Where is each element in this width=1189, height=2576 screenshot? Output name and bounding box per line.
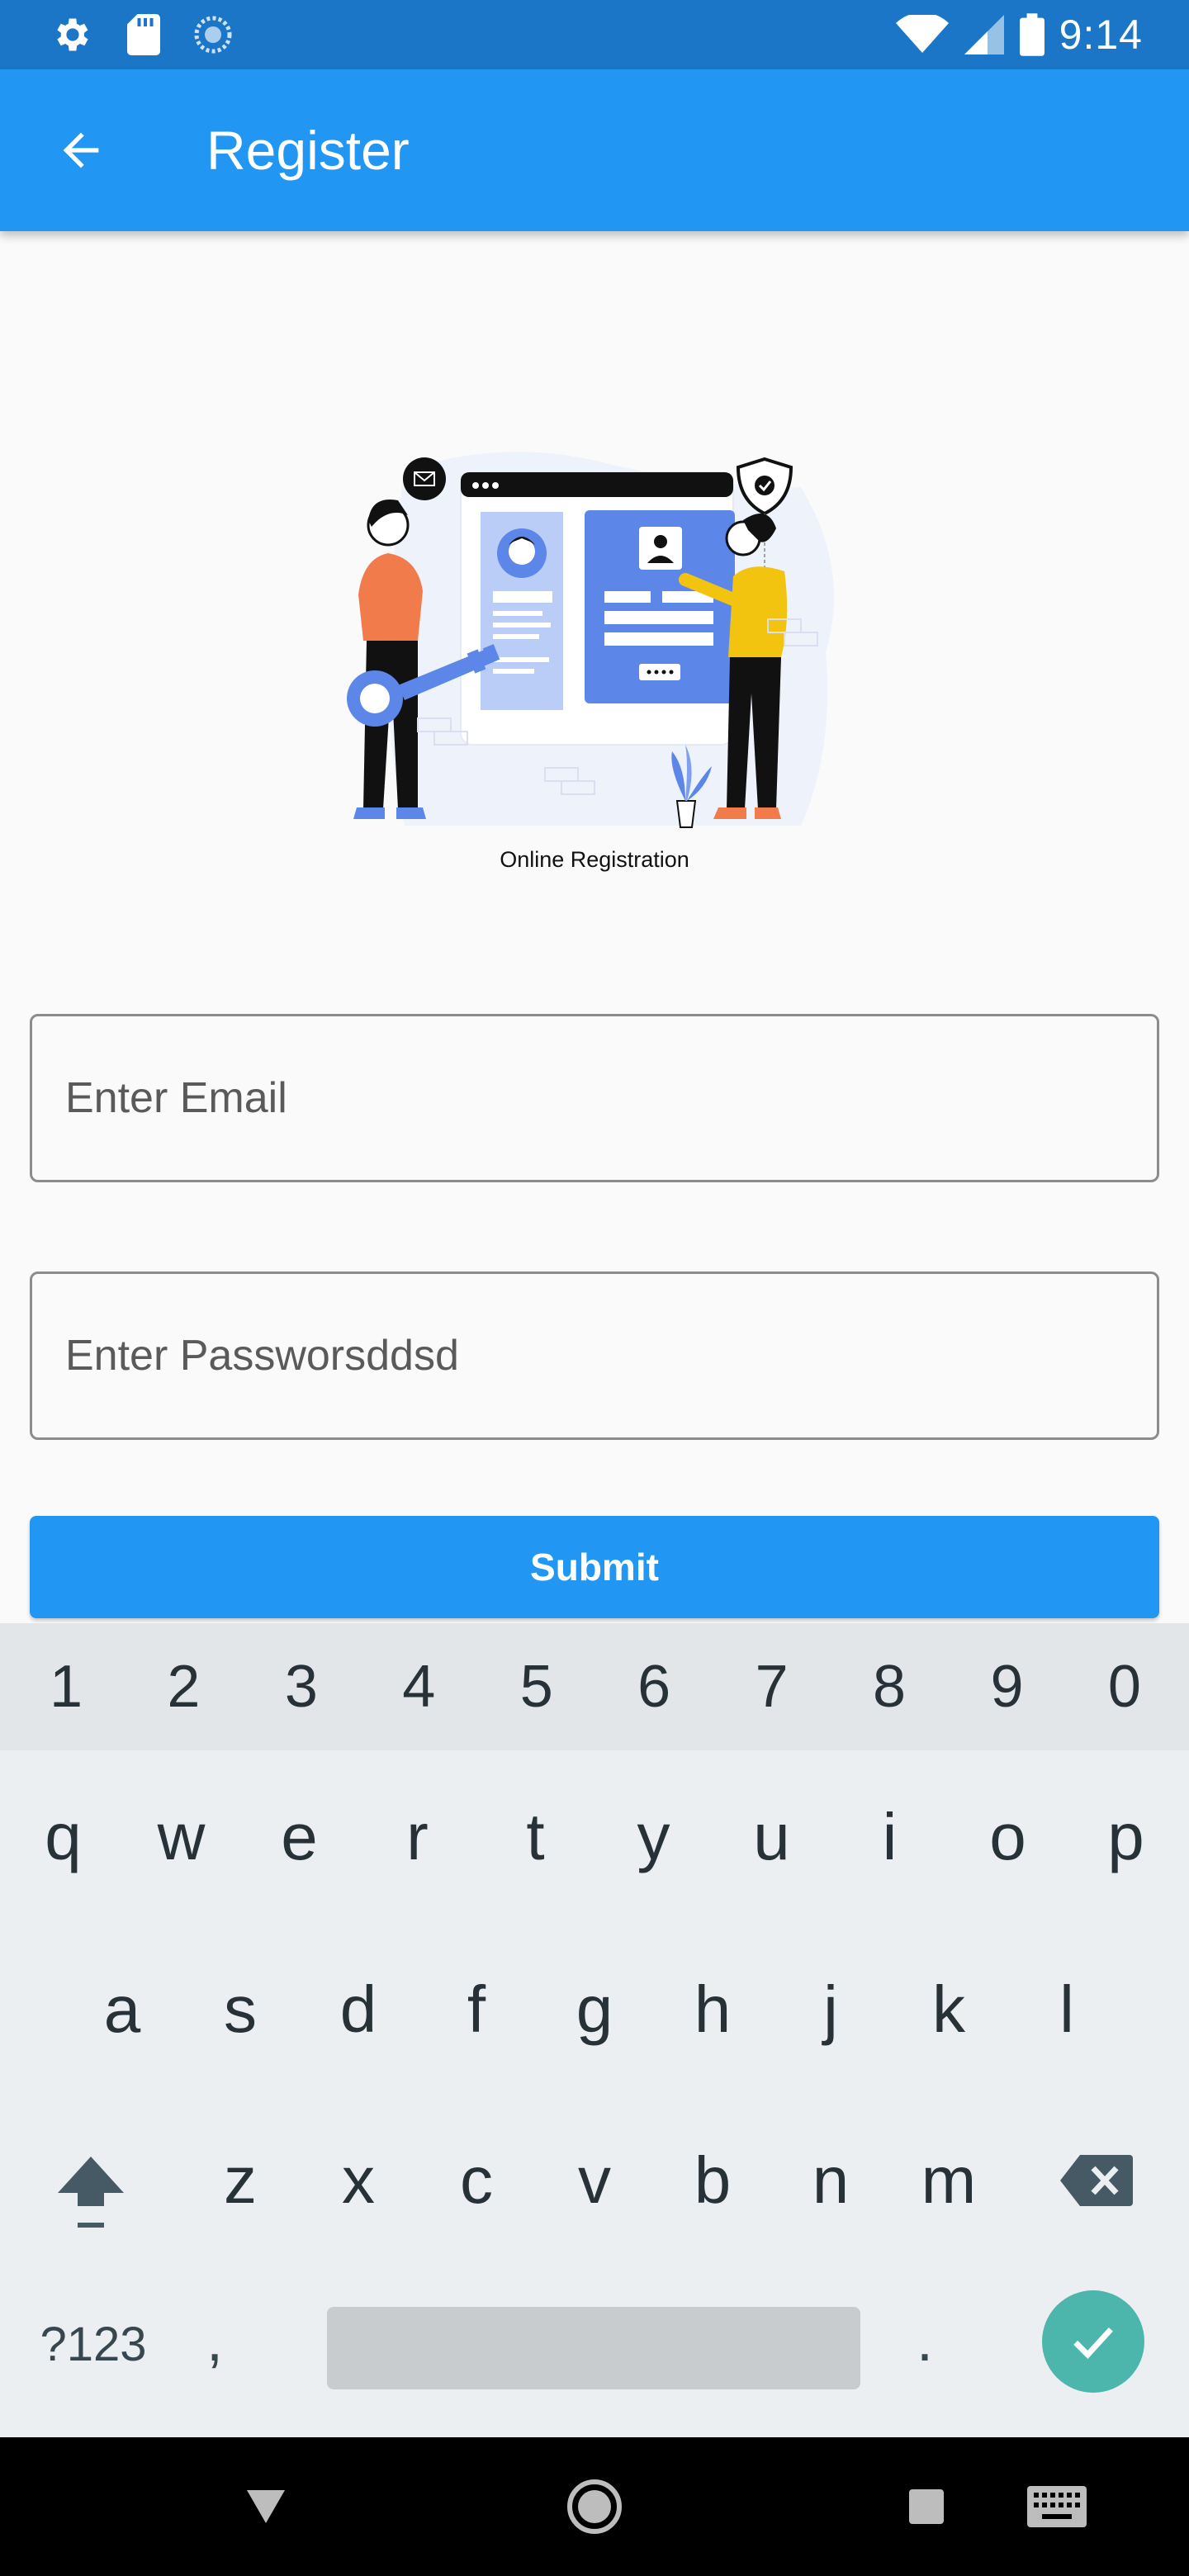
- enter-key[interactable]: [1042, 2290, 1144, 2393]
- wifi-icon: [895, 15, 949, 54]
- key-row-3: z x c v b n m: [0, 2095, 1189, 2266]
- key-e[interactable]: e: [240, 1799, 358, 1875]
- shift-key[interactable]: [51, 2150, 130, 2233]
- key-q[interactable]: q: [4, 1799, 122, 1875]
- key-u[interactable]: u: [713, 1799, 831, 1875]
- key-o[interactable]: o: [949, 1799, 1067, 1875]
- key-9[interactable]: 9: [974, 1653, 1040, 1721]
- key-n[interactable]: n: [772, 2143, 890, 2218]
- page-title: Register: [206, 120, 410, 181]
- back-triangle-icon: [247, 2490, 285, 2523]
- sd-card-icon: [127, 14, 160, 55]
- back-button[interactable]: [35, 104, 127, 197]
- key-c[interactable]: c: [418, 2143, 536, 2218]
- key-row-1: q w e r t y u i o p: [0, 1750, 1189, 1924]
- key-0[interactable]: 0: [1092, 1653, 1158, 1721]
- app-bar: Register: [0, 69, 1189, 231]
- key-v[interactable]: v: [536, 2143, 654, 2218]
- email-input[interactable]: [32, 1016, 1157, 1180]
- key-l[interactable]: l: [1008, 1972, 1126, 2048]
- key-a[interactable]: a: [64, 1972, 182, 2048]
- key-z[interactable]: z: [182, 2143, 300, 2218]
- key-x[interactable]: x: [300, 2143, 418, 2218]
- key-h[interactable]: h: [654, 1972, 772, 2048]
- signal-icon: [964, 15, 1005, 54]
- submit-button[interactable]: Submit: [30, 1516, 1159, 1618]
- key-1[interactable]: 1: [33, 1653, 99, 1721]
- key-row-2: a s d f g h j k l: [0, 1924, 1189, 2095]
- recents-square-icon: [909, 2489, 944, 2524]
- nav-keyboard-button[interactable]: [1024, 2474, 1090, 2540]
- key-8[interactable]: 8: [856, 1653, 922, 1721]
- backspace-key[interactable]: [1060, 2155, 1133, 2206]
- illustration-caption: Online Registration: [500, 847, 689, 872]
- arrow-back-icon: [63, 132, 99, 168]
- keyboard-icon: [1027, 2486, 1087, 2527]
- key-t[interactable]: t: [476, 1799, 594, 1875]
- key-i[interactable]: i: [831, 1799, 949, 1875]
- key-w[interactable]: w: [122, 1799, 240, 1875]
- key-j[interactable]: j: [772, 1972, 890, 2048]
- key-d[interactable]: d: [300, 1972, 418, 2048]
- comma-key[interactable]: ,: [206, 2307, 272, 2375]
- space-key[interactable]: [327, 2307, 860, 2389]
- home-circle-icon: [567, 2479, 622, 2534]
- key-4[interactable]: 4: [386, 1653, 452, 1721]
- check-icon: [1073, 2327, 1113, 2360]
- battery-icon: [1019, 13, 1045, 56]
- key-r[interactable]: r: [358, 1799, 476, 1875]
- key-k[interactable]: k: [890, 1972, 1008, 2048]
- key-b[interactable]: b: [654, 2143, 772, 2218]
- navigation-bar: [0, 2437, 1189, 2576]
- key-m[interactable]: m: [890, 2143, 1008, 2218]
- key-3[interactable]: 3: [268, 1653, 334, 1721]
- status-bar: 9:14: [0, 0, 1189, 69]
- clock: 9:14: [1059, 12, 1143, 58]
- nav-back-button[interactable]: [233, 2474, 299, 2540]
- period-key[interactable]: .: [917, 2307, 983, 2375]
- soft-keyboard: 1 2 3 4 5 6 7 8 9 0 q w e r t y u i o p …: [0, 1623, 1189, 2437]
- email-field[interactable]: [30, 1014, 1159, 1182]
- sync-icon: [193, 15, 233, 54]
- nav-recents-button[interactable]: [893, 2474, 959, 2540]
- password-input[interactable]: [32, 1274, 1157, 1437]
- number-row: 1 2 3 4 5 6 7 8 9 0: [0, 1623, 1189, 1750]
- key-f[interactable]: f: [418, 1972, 536, 2048]
- key-row-4: ?123 , .: [0, 2266, 1189, 2437]
- key-y[interactable]: y: [594, 1799, 713, 1875]
- settings-icon: [51, 13, 94, 56]
- registration-illustration: [339, 438, 850, 834]
- password-field[interactable]: [30, 1271, 1159, 1440]
- key-5[interactable]: 5: [504, 1653, 570, 1721]
- key-s[interactable]: s: [182, 1972, 300, 2048]
- backspace-icon: [1060, 2155, 1133, 2206]
- symbols-key[interactable]: ?123: [31, 2317, 155, 2372]
- key-6[interactable]: 6: [621, 1653, 687, 1721]
- shift-icon: [58, 2157, 124, 2228]
- key-2[interactable]: 2: [150, 1653, 216, 1721]
- nav-home-button[interactable]: [561, 2474, 628, 2540]
- key-p[interactable]: p: [1067, 1799, 1185, 1875]
- key-7[interactable]: 7: [739, 1653, 805, 1721]
- key-g[interactable]: g: [536, 1972, 654, 2048]
